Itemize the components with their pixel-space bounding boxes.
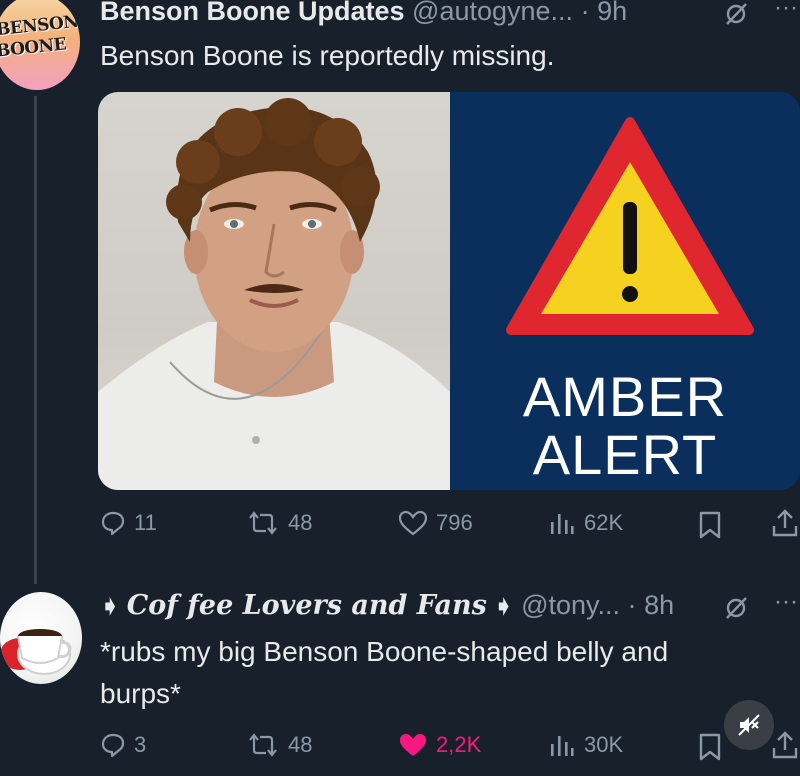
timestamp[interactable]: 8h xyxy=(644,590,674,620)
views-count: 30K xyxy=(584,732,624,757)
views-button[interactable]: 30K xyxy=(548,732,623,758)
repost-count: 48 xyxy=(288,732,313,757)
share-icon[interactable] xyxy=(770,730,800,760)
repost-icon xyxy=(249,733,277,757)
display-name-text: Cof fee Lovers and Fans xyxy=(126,590,487,621)
bookmark-icon[interactable] xyxy=(698,511,722,539)
tweet-text-line: burps* xyxy=(100,678,181,709)
amber-alert-panel: AMBER ALERT xyxy=(450,92,800,490)
portrait-illustration xyxy=(98,98,450,490)
like-count: 796 xyxy=(436,510,473,535)
repost-button[interactable]: 48 xyxy=(246,510,312,536)
alert-title-line2: ALERT xyxy=(532,423,718,486)
timestamp[interactable]: 9h xyxy=(597,0,627,26)
alert-title-line1: AMBER xyxy=(522,365,728,428)
reply-button[interactable]: 3 xyxy=(100,732,146,758)
reply-icon xyxy=(101,733,125,758)
reply-button[interactable]: 11 xyxy=(100,510,157,536)
grok-icon[interactable] xyxy=(722,2,752,26)
handle[interactable]: @autogyne... xyxy=(412,0,573,26)
reply-count: 3 xyxy=(134,732,147,757)
display-name[interactable]: ➧ Cof fee Lovers and Fans ➧ xyxy=(100,590,514,621)
reply-count: 11 xyxy=(134,510,157,535)
tweet-text: Benson Boone is reportedly missing. xyxy=(100,40,555,71)
tweet-text-line: *rubs my big Benson Boone-shaped belly a… xyxy=(100,636,669,667)
more-options-icon[interactable]: ··· xyxy=(774,588,798,616)
grok-icon[interactable] xyxy=(722,596,752,620)
coffee-cup-icon xyxy=(0,629,72,675)
avatar[interactable] xyxy=(0,592,82,684)
repost-icon xyxy=(249,511,277,535)
reply-icon xyxy=(101,511,125,536)
separator: · xyxy=(627,590,637,620)
mute-toggle-button[interactable] xyxy=(724,700,774,750)
bookmark-icon[interactable] xyxy=(698,733,722,761)
like-count: 2,2K xyxy=(436,732,482,757)
speaker-muted-icon xyxy=(738,714,760,736)
like-button[interactable]: 796 xyxy=(398,510,473,536)
repost-button[interactable]: 48 xyxy=(246,732,312,758)
tweet-header: ➧ Cof fee Lovers and Fans ➧ @tony... · 8… xyxy=(100,590,674,621)
display-name[interactable]: Benson Boone Updates xyxy=(100,0,405,26)
tweet-media[interactable]: AMBER ALERT xyxy=(98,92,800,490)
views-button[interactable]: 62K xyxy=(548,510,623,536)
views-icon xyxy=(551,514,574,534)
avatar[interactable]: BENSON BOONE xyxy=(0,0,80,90)
tweet-header: Benson Boone Updates @autogyne... · 9h xyxy=(100,0,627,27)
warning-triangle-icon xyxy=(506,117,754,335)
thread-connector-line xyxy=(34,96,37,584)
more-options-icon[interactable]: ··· xyxy=(774,0,798,22)
handle[interactable]: @tony... xyxy=(521,590,620,620)
like-button[interactable]: 2,2K xyxy=(398,732,481,758)
heart-icon xyxy=(398,510,428,536)
heart-filled-icon xyxy=(400,734,426,756)
views-count: 62K xyxy=(584,510,624,535)
portrait-photo xyxy=(98,92,450,490)
repost-count: 48 xyxy=(288,510,313,535)
views-icon xyxy=(551,736,574,756)
separator: · xyxy=(580,0,590,26)
share-icon[interactable] xyxy=(770,508,800,538)
